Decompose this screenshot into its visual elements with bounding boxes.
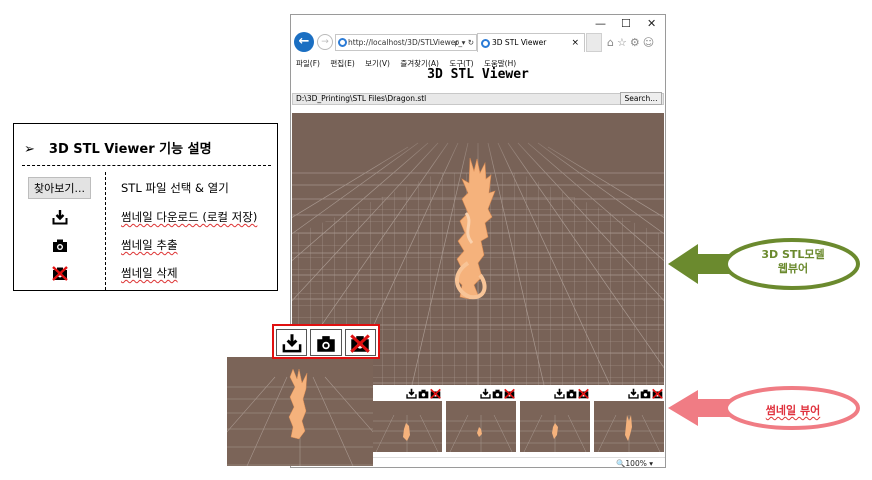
enlarged-thumbnail bbox=[227, 357, 373, 466]
thumbnail-item[interactable] bbox=[444, 386, 518, 454]
download-icon bbox=[282, 333, 302, 352]
download-icon[interactable] bbox=[406, 388, 417, 399]
legend-title: ➢ 3D STL Viewer 기능 설명 bbox=[24, 142, 212, 157]
capture-button[interactable] bbox=[310, 329, 342, 356]
camera-icon[interactable] bbox=[492, 388, 503, 399]
thumbnail-item[interactable] bbox=[370, 386, 444, 454]
back-button[interactable]: ← bbox=[294, 32, 314, 52]
toolbar-icons[interactable]: ⌂☆⚙☺ bbox=[607, 36, 657, 49]
delete-icon bbox=[51, 266, 68, 281]
delete-icon[interactable] bbox=[504, 388, 515, 399]
dragon-model-thumbnail bbox=[288, 368, 308, 440]
feature-legend: ➢ 3D STL Viewer 기능 설명 찾아보기... STL 파일 선택 &… bbox=[13, 123, 278, 291]
tab-3d-stl-viewer[interactable]: 3D STL Viewer × bbox=[477, 33, 585, 52]
delete-icon[interactable] bbox=[578, 388, 589, 399]
download-icon[interactable] bbox=[480, 388, 491, 399]
new-tab-button[interactable] bbox=[586, 33, 602, 52]
delete-button[interactable] bbox=[344, 329, 376, 356]
legend-row-delete: 썸네일 삭제 bbox=[14, 261, 279, 285]
camera-icon[interactable] bbox=[418, 388, 429, 399]
camera-icon bbox=[52, 239, 67, 252]
page-title: 3D STL Viewer bbox=[427, 67, 529, 82]
thumbnail-item[interactable] bbox=[518, 386, 592, 454]
delete-icon[interactable] bbox=[430, 388, 441, 399]
camera-icon bbox=[317, 335, 335, 352]
navigation-bar: ← → http://localhost/3D/STLViewer_ ρ ▾ ↻… bbox=[291, 29, 665, 57]
address-bar[interactable]: http://localhost/3D/STLViewer_ ρ ▾ ↻ bbox=[335, 34, 477, 51]
legend-row-capture: 썸네일 추출 bbox=[14, 233, 279, 257]
file-path-field[interactable]: D:\3D_Printing\STL Files\Dragon.stl bbox=[292, 93, 664, 105]
download-icon[interactable] bbox=[628, 388, 639, 399]
address-tools[interactable]: ρ ▾ ↻ bbox=[454, 35, 474, 50]
legend-desc: 썸네일 다운로드 (로컬 저장) bbox=[121, 210, 258, 224]
download-icon[interactable] bbox=[554, 388, 565, 399]
download-button[interactable] bbox=[276, 329, 308, 356]
browse-button-sample[interactable]: 찾아보기... bbox=[28, 177, 91, 199]
bullet-arrow-icon: ➢ bbox=[24, 142, 35, 157]
webviewer-label: 3D STL모델 웹뷰어 bbox=[761, 248, 825, 275]
legend-desc: STL 파일 선택 & 열기 bbox=[121, 181, 229, 195]
legend-desc: 썸네일 삭제 bbox=[121, 266, 178, 280]
download-icon bbox=[52, 210, 67, 225]
tab-close-icon[interactable]: × bbox=[571, 34, 579, 52]
legend-row-browse: 찾아보기... STL 파일 선택 & 열기 bbox=[14, 176, 279, 200]
delete-icon[interactable] bbox=[652, 388, 663, 399]
ie-logo-icon bbox=[481, 39, 490, 48]
ie-logo-icon bbox=[338, 38, 347, 47]
forward-button[interactable]: → bbox=[317, 34, 333, 50]
delete-icon bbox=[350, 333, 371, 353]
zoom-level[interactable]: 🔍100% ▾ bbox=[616, 459, 653, 467]
legend-divider bbox=[22, 165, 271, 166]
legend-desc: 썸네일 추출 bbox=[121, 238, 178, 252]
camera-icon[interactable] bbox=[566, 388, 577, 399]
camera-icon[interactable] bbox=[640, 388, 651, 399]
legend-row-download: 썸네일 다운로드 (로컬 저장) bbox=[14, 205, 279, 229]
thumbnail-toolbar-zoom bbox=[272, 324, 380, 359]
thumbnail-item[interactable] bbox=[592, 386, 664, 454]
thumbviewer-label: 썸네일 뷰어 bbox=[765, 404, 821, 417]
search-button[interactable]: Search... bbox=[620, 92, 662, 105]
